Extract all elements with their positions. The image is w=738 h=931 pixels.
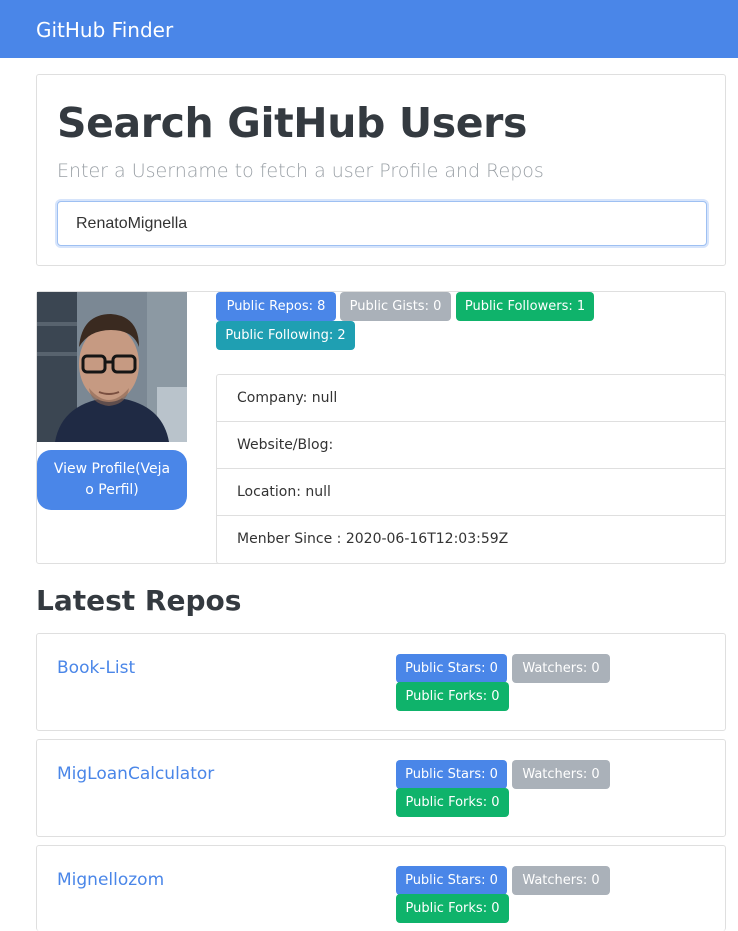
repo-stars-badge: Public Stars: 0: [396, 866, 507, 895]
public-followers-badge: Public Followers: 1: [456, 292, 594, 321]
repo-card: Mignellozom Public Stars: 0 Watchers: 0 …: [36, 845, 726, 931]
repo-link[interactable]: Mignellozom: [57, 868, 164, 892]
public-gists-badge: Public Gists: 0: [340, 292, 451, 321]
repo-stars-badge: Public Stars: 0: [396, 760, 507, 789]
repo-card: MigLoanCalculator Public Stars: 0 Watche…: [36, 739, 726, 837]
avatar-photo: [37, 292, 187, 442]
public-following-badge: Public Following: 2: [216, 321, 355, 350]
username-search-input[interactable]: [57, 201, 707, 246]
repo-watchers-badge: Watchers: 0: [512, 760, 610, 789]
repo-card: Book-List Public Stars: 0 Watchers: 0 Pu…: [36, 633, 726, 731]
repo-stars-badge: Public Stars: 0: [396, 654, 507, 683]
repo-link[interactable]: MigLoanCalculator: [57, 762, 214, 786]
view-profile-button[interactable]: View Profile(Veja o Perfil): [37, 450, 187, 510]
repo-watchers-badge: Watchers: 0: [512, 654, 610, 683]
repo-link[interactable]: Book-List: [57, 656, 135, 680]
repo-watchers-badge: Watchers: 0: [512, 866, 610, 895]
profile-card: View Profile(Veja o Perfil) Public Repos…: [36, 291, 726, 564]
profile-info-list: Company: null Website/Blog: Location: nu…: [216, 374, 726, 564]
avatar: [37, 292, 187, 442]
repo-forks-badge: Public Forks: 0: [396, 894, 509, 923]
repo-forks-badge: Public Forks: 0: [396, 788, 509, 817]
search-title: Search GitHub Users: [57, 99, 527, 147]
latest-repos-title: Latest Repos: [36, 584, 242, 617]
public-repos-badge: Public Repos: 8: [216, 292, 336, 321]
member-since-item: Menber Since : 2020-06-16T12:03:59Z: [237, 531, 509, 547]
company-item: Company: null: [217, 375, 725, 422]
search-card: Search GitHub Users Enter a Username to …: [36, 74, 726, 266]
repo-forks-badge: Public Forks: 0: [396, 682, 509, 711]
navbar: GitHub Finder: [0, 0, 738, 58]
location-item: Location: null: [217, 469, 725, 516]
website-item: Website/Blog:: [217, 422, 725, 469]
search-subtitle: Enter a Username to fetch a user Profile…: [57, 160, 544, 182]
brand-title[interactable]: GitHub Finder: [36, 18, 173, 42]
